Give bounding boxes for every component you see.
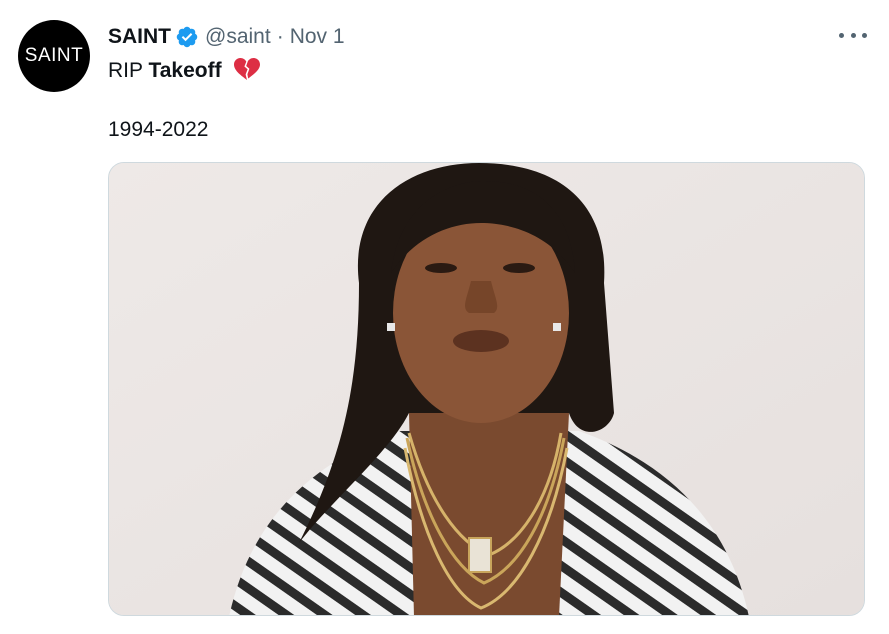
avatar-text: SAINT bbox=[24, 45, 84, 66]
tweet-text-prefix: RIP bbox=[108, 59, 149, 82]
tweet-text-bold: Takeoff bbox=[148, 59, 222, 82]
tweet[interactable]: SAINT SAINT @saint · Nov 1 RIP Takeoff 1… bbox=[0, 0, 889, 634]
more-dot bbox=[862, 32, 867, 38]
photo-illustration bbox=[109, 163, 864, 615]
tweet-header: SAINT @saint · Nov 1 bbox=[108, 24, 345, 50]
tweet-date[interactable]: Nov 1 bbox=[290, 25, 345, 49]
display-name[interactable]: SAINT bbox=[108, 25, 171, 49]
more-dot bbox=[850, 32, 856, 38]
user-handle[interactable]: @saint bbox=[205, 25, 271, 49]
broken-heart-icon bbox=[233, 57, 261, 81]
verified-badge-icon bbox=[175, 25, 199, 49]
separator-dot: · bbox=[276, 25, 284, 48]
more-dot bbox=[839, 32, 844, 38]
avatar[interactable]: SAINT bbox=[18, 20, 90, 92]
tweet-text-line-2: 1994-2022 bbox=[108, 118, 209, 141]
tweet-photo[interactable] bbox=[108, 162, 865, 616]
tweet-text-line-1: RIP Takeoff bbox=[108, 57, 261, 83]
more-horizontal-icon[interactable] bbox=[839, 24, 867, 46]
